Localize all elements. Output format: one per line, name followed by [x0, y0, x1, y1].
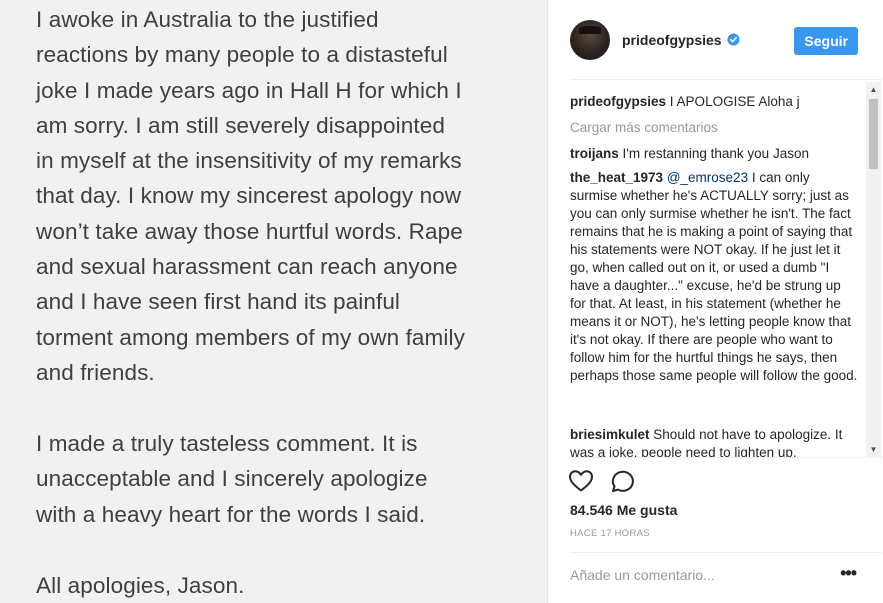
apology-signoff: All apologies, Jason. [36, 573, 245, 598]
instagram-post: I awoke in Australia to the justified re… [0, 0, 883, 603]
comment-username[interactable]: prideofgypsies [570, 94, 666, 109]
comments-list: prideofgypsies I APOLOGISE Aloha j Carga… [570, 82, 860, 457]
comment-text: I can only surmise whether he's ACTUALLY… [570, 170, 858, 383]
comment-input[interactable] [570, 565, 820, 585]
username-link[interactable]: prideofgypsies [622, 32, 722, 48]
follow-button[interactable]: Seguir [794, 27, 858, 55]
comment-mention-link[interactable]: @_emrose23 [667, 170, 748, 185]
comment-text: I'm restanning thank you Jason [622, 146, 809, 161]
comment-item: the_heat_1973 @_emrose23 I can only surm… [570, 169, 860, 385]
post-caption: prideofgypsies I APOLOGISE Aloha j [570, 93, 860, 111]
comment-text: I APOLOGISE Aloha j [669, 94, 800, 109]
comment-bubble-icon[interactable] [610, 469, 636, 493]
scrollbar-thumb[interactable] [869, 99, 878, 169]
post-image[interactable]: I awoke in Australia to the justified re… [0, 0, 548, 603]
post-actions: 84.546 Me gusta HACE 17 HORAS [569, 457, 882, 539]
apology-paragraph-2: I made a truly tasteless comment. It is … [36, 431, 428, 527]
action-icons [568, 469, 636, 493]
avatar[interactable] [570, 19, 610, 60]
load-more-comments-link[interactable]: Cargar más comentarios [570, 119, 718, 137]
comment-username[interactable]: the_heat_1973 [570, 170, 663, 185]
comments-scrollbar[interactable]: ▲ ▼ [866, 82, 881, 457]
comment-item: briesimkulet Should not have to apologiz… [570, 426, 860, 457]
comment-username[interactable]: troijans [570, 146, 619, 161]
more-options-icon[interactable]: ••• [840, 563, 857, 584]
comment-item: troijans I'm restanning thank you Jason [570, 145, 860, 163]
apology-paragraph-1: I awoke in Australia to the justified re… [36, 7, 465, 385]
scroll-down-arrow-icon[interactable]: ▼ [866, 442, 881, 457]
add-comment-bar: ••• [570, 552, 882, 598]
post-sidebar: prideofgypsies Seguir prideofgypsies I A… [548, 0, 883, 603]
post-timestamp[interactable]: HACE 17 HORAS [570, 528, 650, 539]
verified-badge-icon [727, 33, 740, 46]
comment-username[interactable]: briesimkulet [570, 427, 650, 442]
scroll-up-arrow-icon[interactable]: ▲ [866, 82, 881, 97]
heart-icon[interactable] [568, 469, 594, 493]
likes-count[interactable]: 84.546 Me gusta [570, 502, 677, 518]
